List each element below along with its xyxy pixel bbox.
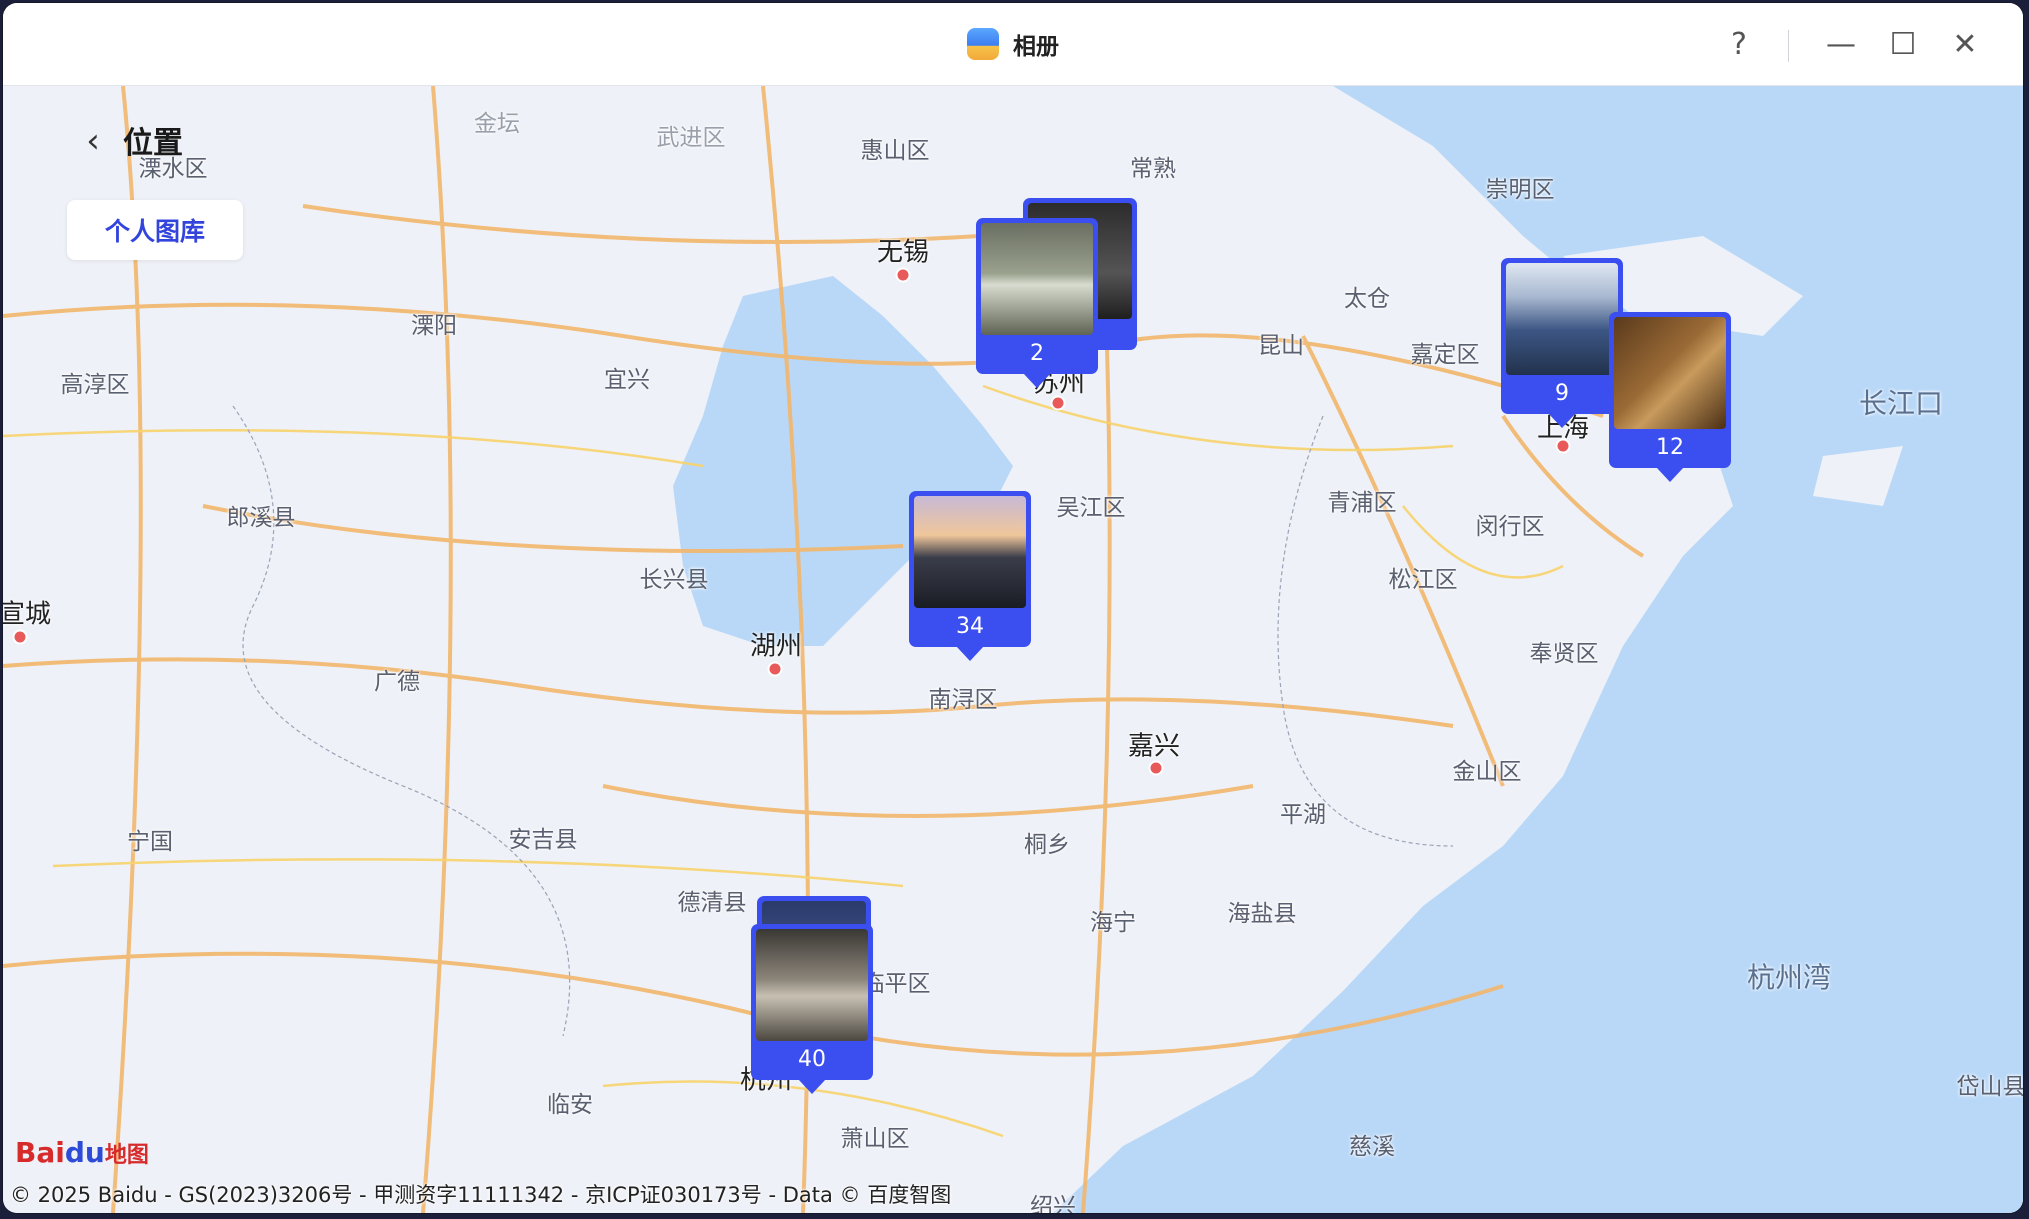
photo-cluster[interactable]: 12 bbox=[1609, 312, 1733, 482]
maximize-icon[interactable]: ☐ bbox=[1883, 24, 1923, 64]
photo-thumbnail bbox=[1614, 317, 1726, 429]
place-label: 长兴县 bbox=[639, 567, 709, 593]
pin-pointer bbox=[1656, 467, 1684, 482]
place-label: 海宁 bbox=[1090, 910, 1136, 936]
place-label: 南浔区 bbox=[928, 687, 998, 713]
page-title: 位置 bbox=[123, 126, 183, 161]
photo-cluster[interactable]: 9 bbox=[1501, 258, 1625, 428]
back-icon[interactable]: ‹ bbox=[73, 121, 113, 161]
place-label: 宁国 bbox=[127, 829, 173, 855]
help-icon[interactable]: ? bbox=[1719, 24, 1759, 64]
place-label: 金山区 bbox=[1452, 759, 1522, 785]
place-label: 桐乡 bbox=[1024, 832, 1070, 858]
place-label: 慈溪 bbox=[1349, 1134, 1395, 1160]
place-label: 绍兴 bbox=[1030, 1194, 1076, 1213]
window-title: 相册 bbox=[1013, 34, 1059, 60]
photo-count: 9 bbox=[1555, 381, 1569, 406]
photos-app-icon bbox=[967, 28, 999, 60]
city-dot bbox=[1148, 760, 1164, 776]
city-label: 无锡 bbox=[876, 237, 930, 268]
minimize-icon[interactable]: — bbox=[1821, 24, 1861, 64]
place-label: 嘉定区 bbox=[1410, 342, 1480, 368]
photo-count: 2 bbox=[1030, 341, 1044, 366]
place-label: 安吉县 bbox=[508, 827, 578, 853]
sea-label: 杭州湾 bbox=[1746, 961, 1832, 994]
place-label: 闵行区 bbox=[1475, 514, 1545, 540]
city-dot bbox=[1555, 438, 1571, 454]
sea-label: 长江口 bbox=[1858, 387, 1944, 420]
place-label: 溧阳 bbox=[411, 313, 457, 339]
place-label: 常熟 bbox=[1130, 156, 1176, 182]
photo-thumbnail bbox=[914, 496, 1026, 608]
baidu-map-logo: Baidu地图 bbox=[15, 1136, 149, 1169]
place-label: 宜兴 bbox=[604, 367, 650, 393]
map-view[interactable]: 金坛 武进区 惠山区 常熟 崇明区 溧水区 无锡 太仓 溧阳 昆山 嘉定区 高淳… bbox=[3, 86, 2023, 1213]
photo-count: 12 bbox=[1656, 435, 1684, 460]
title-divider bbox=[1788, 30, 1789, 62]
place-label: 青浦区 bbox=[1327, 490, 1397, 516]
place-label: 太仓 bbox=[1344, 286, 1390, 312]
place-label: 郎溪县 bbox=[226, 505, 296, 531]
photo-thumbnail bbox=[981, 223, 1093, 335]
city-dot bbox=[12, 629, 28, 645]
place-label: 松江区 bbox=[1388, 567, 1458, 593]
close-icon[interactable]: ✕ bbox=[1945, 24, 1985, 64]
place-label: 武进区 bbox=[656, 125, 726, 151]
place-label: 昆山 bbox=[1258, 333, 1304, 359]
photo-count: 40 bbox=[798, 1047, 826, 1072]
pin-pointer bbox=[1023, 373, 1051, 388]
place-label: 奉贤区 bbox=[1529, 641, 1599, 667]
city-label: 嘉兴 bbox=[1127, 731, 1181, 762]
place-label: 金坛 bbox=[474, 111, 520, 137]
place-label: 平湖 bbox=[1280, 802, 1326, 828]
city-dot bbox=[895, 267, 911, 283]
place-label: 崇明区 bbox=[1485, 177, 1555, 203]
photos-window: 相册 ? — ☐ ✕ 金坛 武进区 惠山区 常熟 崇明区 溧水区 无锡 太仓 溧… bbox=[3, 3, 2023, 1213]
photo-cluster[interactable]: 40 bbox=[751, 896, 891, 1124]
place-label: 岱山县 bbox=[1956, 1074, 2024, 1100]
title-bar: 相册 ? — ☐ ✕ bbox=[3, 3, 2023, 86]
place-label: 高淳区 bbox=[60, 372, 130, 398]
photo-count: 34 bbox=[956, 614, 984, 639]
photo-thumbnail bbox=[1506, 263, 1618, 375]
photo-cluster[interactable]: 34 bbox=[909, 491, 1033, 661]
map-copyright: © 2025 Baidu - GS(2023)3206号 - 甲测资字11111… bbox=[10, 1183, 952, 1207]
photo-thumbnail bbox=[756, 929, 868, 1041]
city-dot bbox=[767, 661, 783, 677]
place-label: 惠山区 bbox=[860, 138, 930, 164]
pin-pointer bbox=[956, 646, 984, 661]
personal-library-button[interactable]: 个人图库 bbox=[67, 200, 243, 260]
place-label: 吴江区 bbox=[1056, 495, 1126, 521]
place-label: 广德 bbox=[374, 669, 420, 695]
place-label: 海盐县 bbox=[1227, 901, 1297, 927]
place-label: 临安 bbox=[547, 1092, 593, 1118]
city-label: 宣城 bbox=[3, 599, 52, 630]
place-label: 德清县 bbox=[677, 890, 747, 916]
pin-pointer bbox=[798, 1079, 826, 1094]
photo-cluster[interactable]: 2 bbox=[976, 198, 1146, 418]
city-label: 湖州 bbox=[749, 631, 803, 662]
place-label: 萧山区 bbox=[840, 1126, 910, 1152]
pin-pointer bbox=[1548, 413, 1576, 428]
